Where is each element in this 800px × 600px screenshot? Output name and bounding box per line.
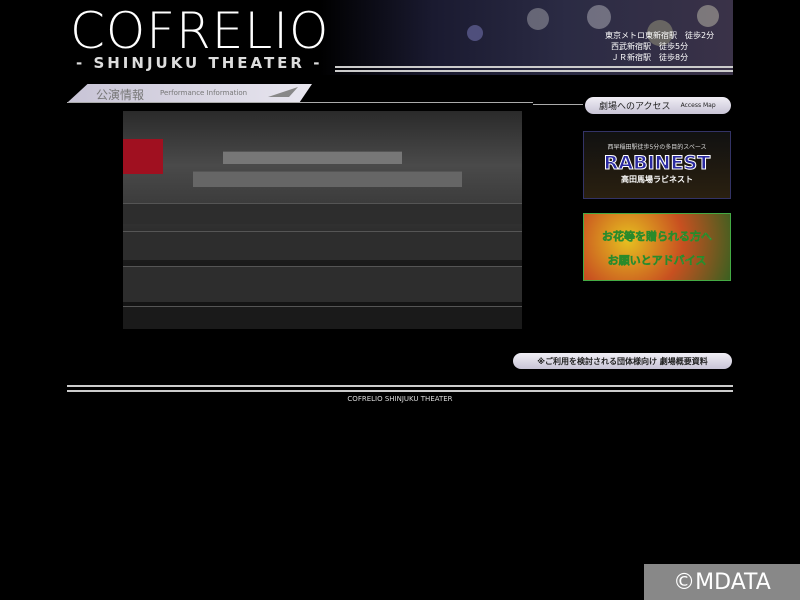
access-info: 東京メトロ東新宿駅 徒歩2分 西武新宿駅 徒歩5分 ＪＲ新宿駅 徒歩8分 (605, 30, 714, 63)
divider (67, 390, 733, 392)
flowers-line1: お花等を贈られる方へ (602, 230, 713, 244)
divider (67, 385, 733, 387)
rabinest-name: RABINEST (603, 152, 711, 175)
watermark: ©MDATA (644, 564, 800, 600)
logo[interactable]: COFRELIO (70, 2, 329, 60)
rabinest-top: 西早稲田駅徒歩5分の多目的スペース (607, 144, 707, 151)
theater-photo (123, 111, 522, 329)
access-line: ＪＲ新宿駅 徒歩8分 (611, 53, 689, 62)
access-en: Access Map (680, 102, 716, 109)
rabinest-bottom: 高田馬場ラビネスト (621, 175, 693, 184)
flowers-banner[interactable]: お花等を贈られる方へ お願いとアドバイス (583, 213, 731, 281)
divider (533, 104, 583, 105)
arrow-icon (268, 87, 298, 97)
access-line: 西武新宿駅 徒歩5分 (611, 42, 689, 51)
performance-info-heading: 公演情報 Performance Information (68, 84, 312, 102)
footer-text: COFRELIO SHINJUKU THEATER (347, 395, 453, 403)
access-jp: 劇場へのアクセス (599, 102, 671, 112)
divider (67, 102, 533, 103)
flowers-line2: お願いとアドバイス (607, 254, 707, 268)
heading-jp: 公演情報 (96, 88, 145, 102)
access-map-button[interactable]: 劇場へのアクセス Access Map (585, 97, 731, 114)
logo-subtitle: - SHINJUKU THEATER - (76, 54, 323, 72)
rabinest-banner[interactable]: 西早稲田駅徒歩5分の多目的スペース RABINEST 高田馬場ラビネスト (583, 131, 731, 199)
heading-en: Performance Information (160, 89, 248, 97)
divider (335, 66, 733, 68)
access-line: 東京メトロ東新宿駅 徒歩2分 (605, 31, 715, 40)
divider (335, 70, 733, 72)
group-info-link[interactable]: ※ご利用を検討される団体様向け 劇場概要資料 (513, 353, 732, 369)
